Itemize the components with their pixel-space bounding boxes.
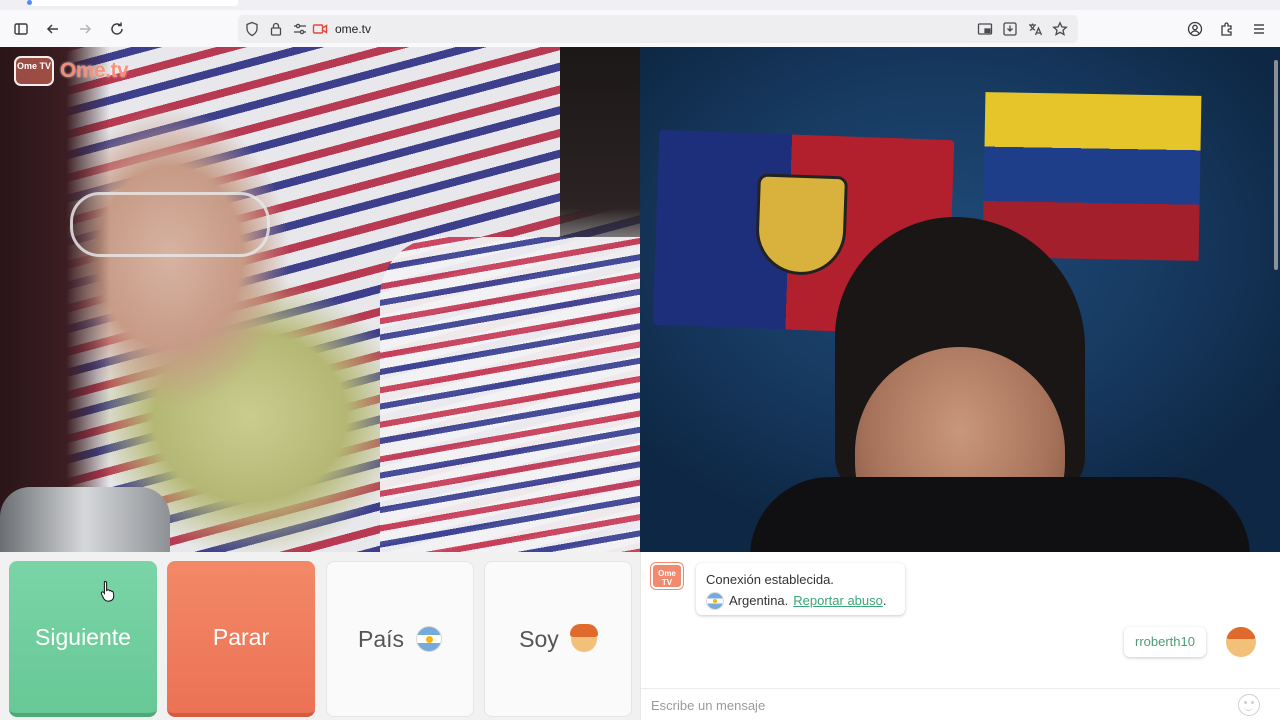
picture-in-picture-icon[interactable] [977,21,993,37]
stop-button-label: Parar [212,623,270,650]
country-selector-label: País [357,625,405,652]
account-icon[interactable] [1184,18,1206,40]
user-avatar-icon [1226,627,1256,657]
back-arrow-icon[interactable] [42,18,64,40]
ometv-tv-icon: Ome TV [14,56,54,86]
stop-button[interactable]: Parar [167,561,315,717]
shield-icon[interactable] [244,21,260,37]
bookmark-star-icon[interactable] [1052,21,1068,37]
download-icon[interactable] [1002,21,1018,37]
translate-icon[interactable] [1027,21,1043,37]
next-button[interactable]: Siguiente [9,561,157,717]
address-bar[interactable]: ome.tv [238,15,1078,43]
permissions-icon[interactable] [292,21,308,37]
report-abuse-link[interactable]: Reportar abuso [793,593,883,608]
ometv-bot-icon: Ome TV [651,563,683,589]
message-input-area [641,688,1280,720]
page-scrollbar[interactable] [1274,60,1278,270]
reload-icon[interactable] [106,18,128,40]
ometv-wordmark: Ome.tv [60,59,129,82]
argentina-flag-icon [706,591,724,610]
lock-icon[interactable] [268,21,284,37]
tab-strip [0,0,1280,10]
system-message: Conexión establecida. Argentina. Reporta… [696,563,905,615]
chat-controls: Siguiente Parar País Soy [0,552,640,720]
self-video [640,47,1280,552]
url-text: ome.tv [335,22,372,36]
gender-selector[interactable]: Soy [484,561,632,717]
mouse-pointer-icon [100,580,115,602]
next-button-label: Siguiente [35,623,131,650]
user-message-bubble: rroberth10 [1124,627,1206,657]
emoji-icon[interactable] [1238,694,1260,716]
browser-toolbar: ome.tv [0,10,1280,47]
stranger-video: Ome TV Ome.tv [0,47,640,552]
country-selector[interactable]: País [326,561,474,717]
argentina-flag-icon [416,626,443,652]
sidebar-toggle-icon[interactable] [10,18,32,40]
menu-hamburger-icon[interactable] [1248,18,1270,40]
chat-panel: Ome TV Conexión establecida. Argentina. R… [640,552,1280,720]
connection-status-text: Conexión establecida. [706,572,834,587]
tab-indicator-dot [27,0,32,5]
ometv-logo: Ome TV Ome.tv [14,56,129,86]
active-tab[interactable] [28,0,238,6]
partner-country-text: Argentina. [729,593,789,608]
gender-selector-label: Soy [519,625,559,652]
report-suffix: . [882,593,887,608]
message-input[interactable] [651,695,1231,715]
extensions-puzzle-icon[interactable] [1216,18,1238,40]
forward-arrow-icon[interactable] [74,18,96,40]
boy-avatar-icon [569,624,598,652]
camera-sharing-icon[interactable] [312,21,328,37]
